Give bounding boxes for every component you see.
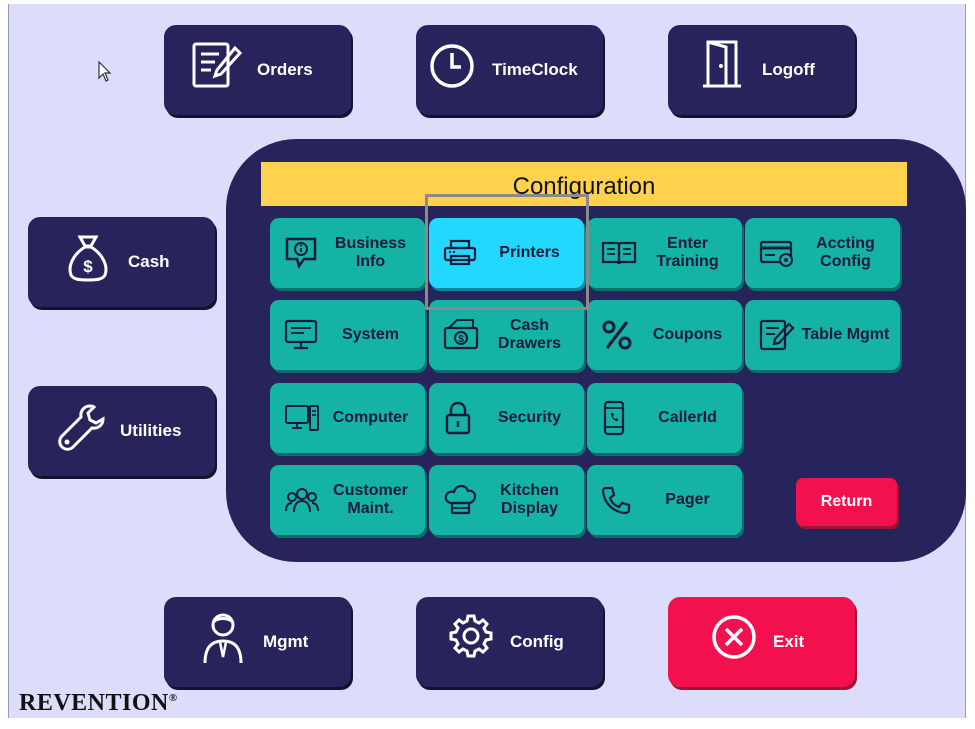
tile-label: System <box>342 326 399 343</box>
tile-label: Enter Training <box>656 235 719 270</box>
credit-card-icon <box>759 240 793 267</box>
tile-cash-drawers[interactable]: $ Cash Drawers <box>429 300 584 370</box>
tile-business-info[interactable]: Business Info <box>270 218 425 288</box>
orders-icon <box>192 42 243 88</box>
chef-hat-icon <box>444 484 477 515</box>
tile-label: Table Mgmt <box>801 326 890 343</box>
orders-label: Orders <box>257 60 313 79</box>
tile-enter-training[interactable]: Enter Training <box>587 218 742 288</box>
mgmt-label: Mgmt <box>263 632 309 651</box>
edit-note-icon <box>759 319 795 351</box>
configuration-title: Configuration <box>261 162 907 206</box>
phone-handset-icon <box>601 486 631 515</box>
lock-icon <box>445 401 471 435</box>
cash-label: Cash <box>128 252 170 271</box>
tile-label: Business Info <box>334 235 407 270</box>
timeclock-label: TimeClock <box>492 60 578 79</box>
manager-person-icon <box>203 613 243 664</box>
tile-accting-config[interactable]: Accting Config <box>745 218 900 288</box>
svg-text:$: $ <box>458 334 464 345</box>
logoff-label: Logoff <box>762 60 815 79</box>
tile-system[interactable]: System <box>270 300 425 370</box>
tile-label: Security <box>497 409 562 426</box>
door-icon <box>703 40 741 88</box>
computer-icon <box>285 405 319 431</box>
tile-label: Computer <box>332 409 409 426</box>
info-bubble-icon <box>285 237 317 269</box>
tile-customer-maint[interactable]: Customer Maint. <box>270 465 425 535</box>
mgmt-button[interactable]: Mgmt <box>164 597 351 687</box>
tile-coupons[interactable]: Coupons <box>587 300 742 370</box>
logoff-button[interactable]: Logoff <box>668 25 855 115</box>
tile-label: Pager <box>665 491 710 508</box>
orders-button[interactable]: Orders <box>164 25 351 115</box>
book-icon <box>601 241 637 265</box>
gear-icon <box>449 614 493 658</box>
monitor-icon <box>284 319 318 350</box>
exit-label: Exit <box>773 632 805 651</box>
close-circle-icon <box>712 615 756 659</box>
return-button[interactable]: Return <box>796 478 897 526</box>
exit-button[interactable]: Exit <box>668 597 855 687</box>
percent-icon <box>602 320 632 350</box>
cash-drawer-icon: $ <box>443 319 479 350</box>
config-button[interactable]: Config <box>416 597 603 687</box>
tile-table-mgmt[interactable]: Table Mgmt <box>745 300 900 370</box>
utilities-button[interactable]: Utilities <box>28 386 215 476</box>
config-label: Config <box>510 632 564 651</box>
tile-security[interactable]: Security <box>429 383 584 453</box>
tile-label: Printers <box>499 244 560 261</box>
tile-label: Customer Maint. <box>333 482 408 517</box>
printer-icon <box>443 239 477 266</box>
tile-label: Kitchen Display <box>500 482 559 517</box>
revention-logo: REVENTION® <box>19 690 178 716</box>
clock-icon <box>430 44 474 88</box>
tile-callerid[interactable]: CallerId <box>587 383 742 453</box>
mouse-cursor-icon <box>98 61 112 82</box>
wrench-icon <box>58 404 105 451</box>
tile-label: Cash Drawers <box>497 317 562 352</box>
money-bag-icon: $ <box>68 235 108 282</box>
tile-label: Accting Config <box>816 235 875 270</box>
cash-button[interactable]: $ Cash <box>28 217 215 307</box>
people-group-icon <box>285 488 319 513</box>
tile-pager[interactable]: Pager <box>587 465 742 535</box>
tile-label: Coupons <box>652 326 723 343</box>
tile-computer[interactable]: Computer <box>270 383 425 453</box>
timeclock-button[interactable]: TimeClock <box>416 25 603 115</box>
tile-label: CallerId <box>658 409 717 426</box>
tile-kitchen-display[interactable]: Kitchen Display <box>429 465 584 535</box>
tile-printers[interactable]: Printers <box>429 218 584 288</box>
utilities-label: Utilities <box>120 421 182 440</box>
svg-text:$: $ <box>83 257 93 276</box>
mobile-phone-icon <box>603 400 625 436</box>
